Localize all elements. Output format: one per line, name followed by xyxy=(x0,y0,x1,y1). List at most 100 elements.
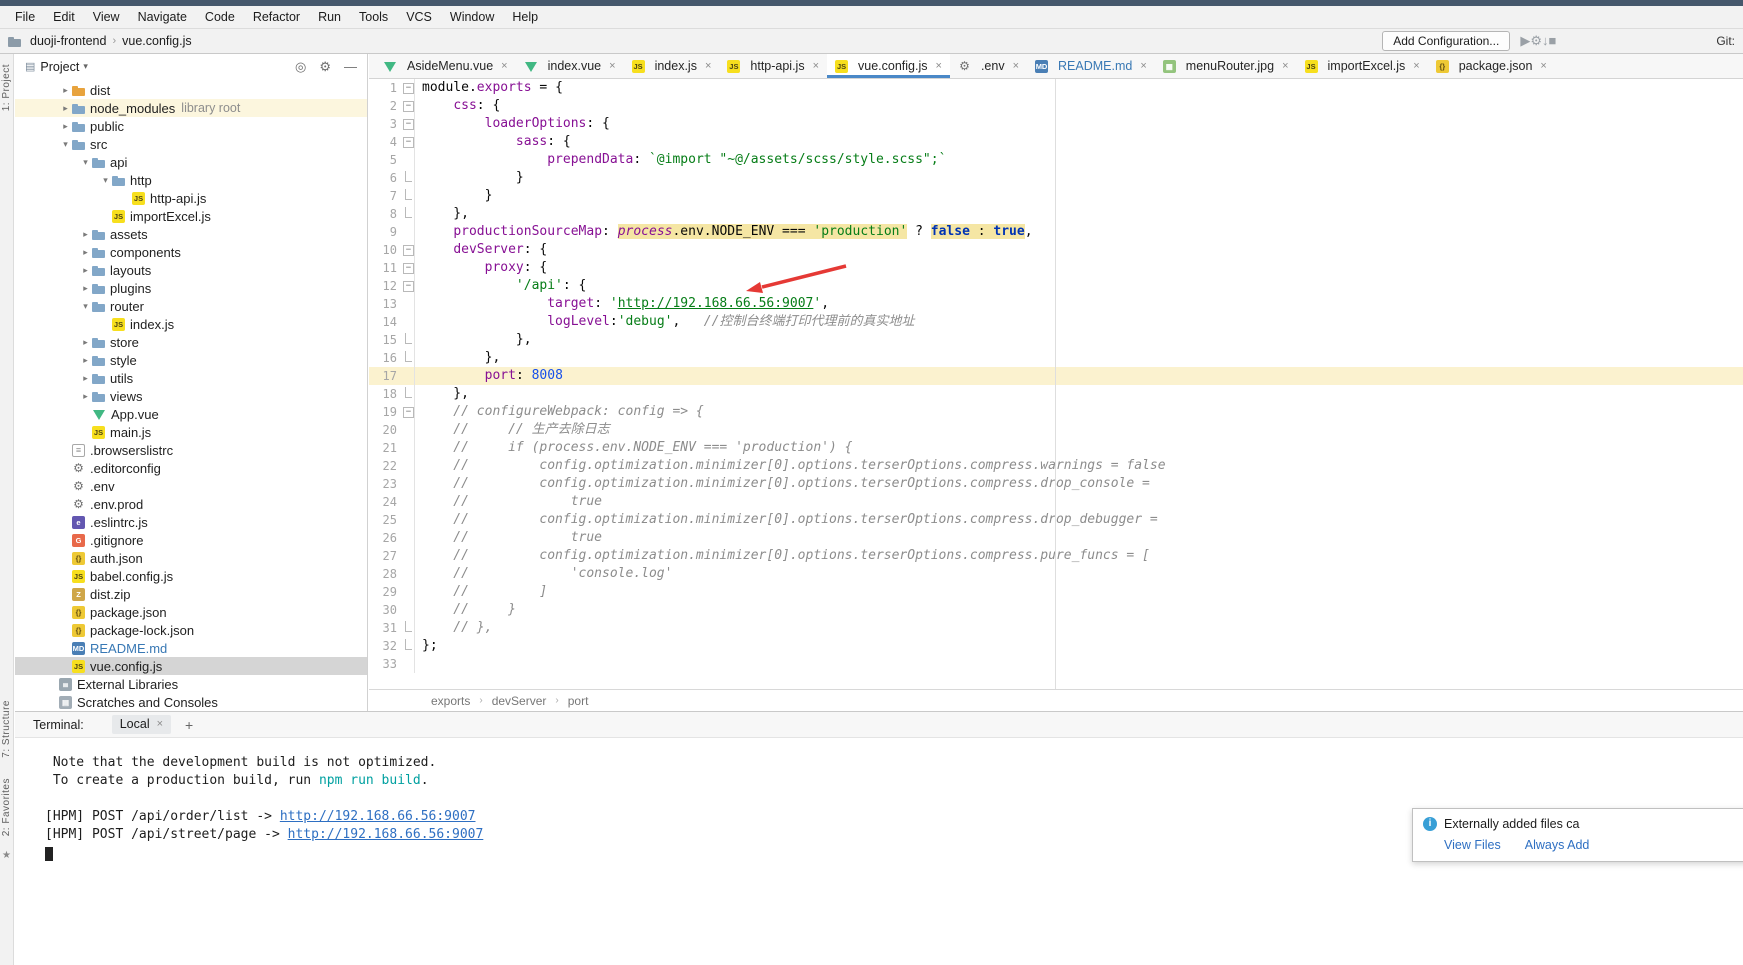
code-line-21[interactable]: // if (process.env.NODE_ENV === 'product… xyxy=(415,439,852,457)
run-icon[interactable]: ▶ xyxy=(1520,33,1530,48)
menu-item-view[interactable]: View xyxy=(84,6,129,28)
tree-item-readme-md[interactable]: MDREADME.md xyxy=(15,639,367,657)
locate-file-icon[interactable]: ◎ xyxy=(295,59,306,75)
chevron-icon[interactable]: ▸ xyxy=(79,283,92,294)
tree-item-eslintrc-js[interactable]: e.eslintrc.js xyxy=(15,513,367,531)
menu-item-help[interactable]: Help xyxy=(503,6,547,28)
terminal-cursor[interactable] xyxy=(45,847,53,861)
editor-tab-http-api-js[interactable]: JShttp-api.js× xyxy=(719,54,827,78)
code-line-15[interactable]: }, xyxy=(415,331,532,349)
code-line-29[interactable]: // ] xyxy=(415,583,547,601)
tree-item-app-vue[interactable]: App.vue xyxy=(15,405,367,423)
tree-item-browserslistrc[interactable]: ≡.browserslistrc xyxy=(15,441,367,459)
fold-collapse-icon[interactable] xyxy=(401,133,415,151)
favorites-star-icon[interactable]: ★ xyxy=(2,850,11,861)
fold-end-icon[interactable] xyxy=(401,205,415,223)
tree-item-views[interactable]: ▸views xyxy=(15,387,367,405)
code-line-28[interactable]: // 'console.log' xyxy=(415,565,672,583)
tree-item-store[interactable]: ▸store xyxy=(15,333,367,351)
editor-tab-readme-md[interactable]: MDREADME.md× xyxy=(1027,54,1155,78)
editor-tab-index-vue[interactable]: index.vue× xyxy=(516,54,624,78)
editor-tab-package-json[interactable]: {}package.json× xyxy=(1428,54,1555,78)
tree-item-style[interactable]: ▸style xyxy=(15,351,367,369)
code-line-20[interactable]: // // 生产去除日志 xyxy=(415,421,610,439)
menu-item-file[interactable]: File xyxy=(6,6,44,28)
settings-icon[interactable]: ⚙ xyxy=(319,59,331,75)
close-icon[interactable]: × xyxy=(813,60,819,72)
tree-item-components[interactable]: ▸components xyxy=(15,243,367,261)
tree-item-env[interactable]: ⚙.env xyxy=(15,477,367,495)
editor-tab-vue-config-js[interactable]: JSvue.config.js× xyxy=(827,54,950,78)
tree-item-http-api-js[interactable]: JShttp-api.js xyxy=(15,189,367,207)
tree-item-http[interactable]: ▾http xyxy=(15,171,367,189)
menu-item-code[interactable]: Code xyxy=(196,6,244,28)
chevron-icon[interactable]: ▸ xyxy=(59,103,72,114)
close-icon[interactable]: × xyxy=(1413,60,1419,72)
code-line-16[interactable]: }, xyxy=(415,349,500,367)
tree-item-env-prod[interactable]: ⚙.env.prod xyxy=(15,495,367,513)
code-line-23[interactable]: // config.optimization.minimizer[0].opti… xyxy=(415,475,1150,493)
close-icon[interactable]: × xyxy=(501,60,507,72)
code-line-33[interactable] xyxy=(415,655,422,673)
menu-item-navigate[interactable]: Navigate xyxy=(129,6,196,28)
chevron-icon[interactable]: ▾ xyxy=(79,157,92,168)
tree-item-router[interactable]: ▾router xyxy=(15,297,367,315)
code-line-7[interactable]: } xyxy=(415,187,492,205)
close-icon[interactable]: × xyxy=(936,60,942,72)
close-icon[interactable]: × xyxy=(1013,60,1019,72)
tree-item-dist-zip[interactable]: Zdist.zip xyxy=(15,585,367,603)
code-line-10[interactable]: devServer: { xyxy=(415,241,547,259)
code-line-6[interactable]: } xyxy=(415,169,524,187)
code-line-24[interactable]: // true xyxy=(415,493,602,511)
tree-item-importexcel-js[interactable]: JSimportExcel.js xyxy=(15,207,367,225)
fold-collapse-icon[interactable] xyxy=(401,97,415,115)
editor-tab-menurouter-jpg[interactable]: ▦menuRouter.jpg× xyxy=(1155,54,1297,78)
tree-item-babel-config-js[interactable]: JSbabel.config.js xyxy=(15,567,367,585)
breadcrumb-project[interactable]: duoji-frontend xyxy=(30,34,106,48)
code-line-27[interactable]: // config.optimization.minimizer[0].opti… xyxy=(415,547,1150,565)
chevron-icon[interactable]: ▾ xyxy=(99,175,112,186)
tree-item-gitignore[interactable]: G.gitignore xyxy=(15,531,367,549)
menu-item-tools[interactable]: Tools xyxy=(350,6,397,28)
editor-tab-env[interactable]: ⚙.env× xyxy=(950,54,1027,78)
project-panel-title[interactable]: Project xyxy=(40,60,79,74)
code-line-11[interactable]: proxy: { xyxy=(415,259,547,277)
editor-breadcrumb-devserver[interactable]: devServer xyxy=(492,694,547,708)
tree-item-index-js[interactable]: JSindex.js xyxy=(15,315,367,333)
fold-collapse-icon[interactable] xyxy=(401,403,415,421)
close-icon[interactable]: × xyxy=(1282,60,1288,72)
code-editor[interactable]: 1module.exports = {2 css: {3 loaderOptio… xyxy=(369,79,1743,689)
code-line-32[interactable]: }; xyxy=(415,637,438,655)
editor-tab-asidemenu-vue[interactable]: AsideMenu.vue× xyxy=(375,54,516,78)
close-icon[interactable]: × xyxy=(609,60,615,72)
code-line-9[interactable]: productionSourceMap: process.env.NODE_EN… xyxy=(415,223,1033,241)
code-line-5[interactable]: prependData: `@import "~@/assets/scss/st… xyxy=(415,151,946,169)
chevron-icon[interactable]: ▾ xyxy=(59,139,72,150)
editor-breadcrumb-exports[interactable]: exports xyxy=(431,694,470,708)
tree-item-auth-json[interactable]: {}auth.json xyxy=(15,549,367,567)
fold-end-icon[interactable] xyxy=(401,187,415,205)
tree-item-package-json[interactable]: {}package.json xyxy=(15,603,367,621)
tree-item-src[interactable]: ▾src xyxy=(15,135,367,153)
editor-tab-index-js[interactable]: JSindex.js× xyxy=(624,54,720,78)
code-line-13[interactable]: target: 'http://192.168.66.56:9007', xyxy=(415,295,829,313)
fold-end-icon[interactable] xyxy=(401,385,415,403)
fold-end-icon[interactable] xyxy=(401,637,415,655)
close-icon[interactable]: × xyxy=(705,60,711,72)
new-terminal-button[interactable]: + xyxy=(185,717,193,733)
chevron-icon[interactable]: ▸ xyxy=(59,121,72,132)
tree-item-api[interactable]: ▾api xyxy=(15,153,367,171)
code-line-17[interactable]: port: 8008 xyxy=(415,367,563,385)
git-label[interactable]: Git: xyxy=(1716,34,1735,48)
code-line-22[interactable]: // config.optimization.minimizer[0].opti… xyxy=(415,457,1166,475)
fold-collapse-icon[interactable] xyxy=(401,115,415,133)
close-icon[interactable]: × xyxy=(157,718,163,730)
chevron-icon[interactable]: ▾ xyxy=(79,301,92,312)
chevron-icon[interactable]: ▸ xyxy=(79,265,92,276)
code-line-25[interactable]: // config.optimization.minimizer[0].opti… xyxy=(415,511,1158,529)
editor-breadcrumb-port[interactable]: port xyxy=(568,694,589,708)
tree-item-assets[interactable]: ▸assets xyxy=(15,225,367,243)
add-configuration-button[interactable]: Add Configuration... xyxy=(1382,31,1510,51)
code-line-12[interactable]: '/api': { xyxy=(415,277,586,295)
close-icon[interactable]: × xyxy=(1540,60,1546,72)
